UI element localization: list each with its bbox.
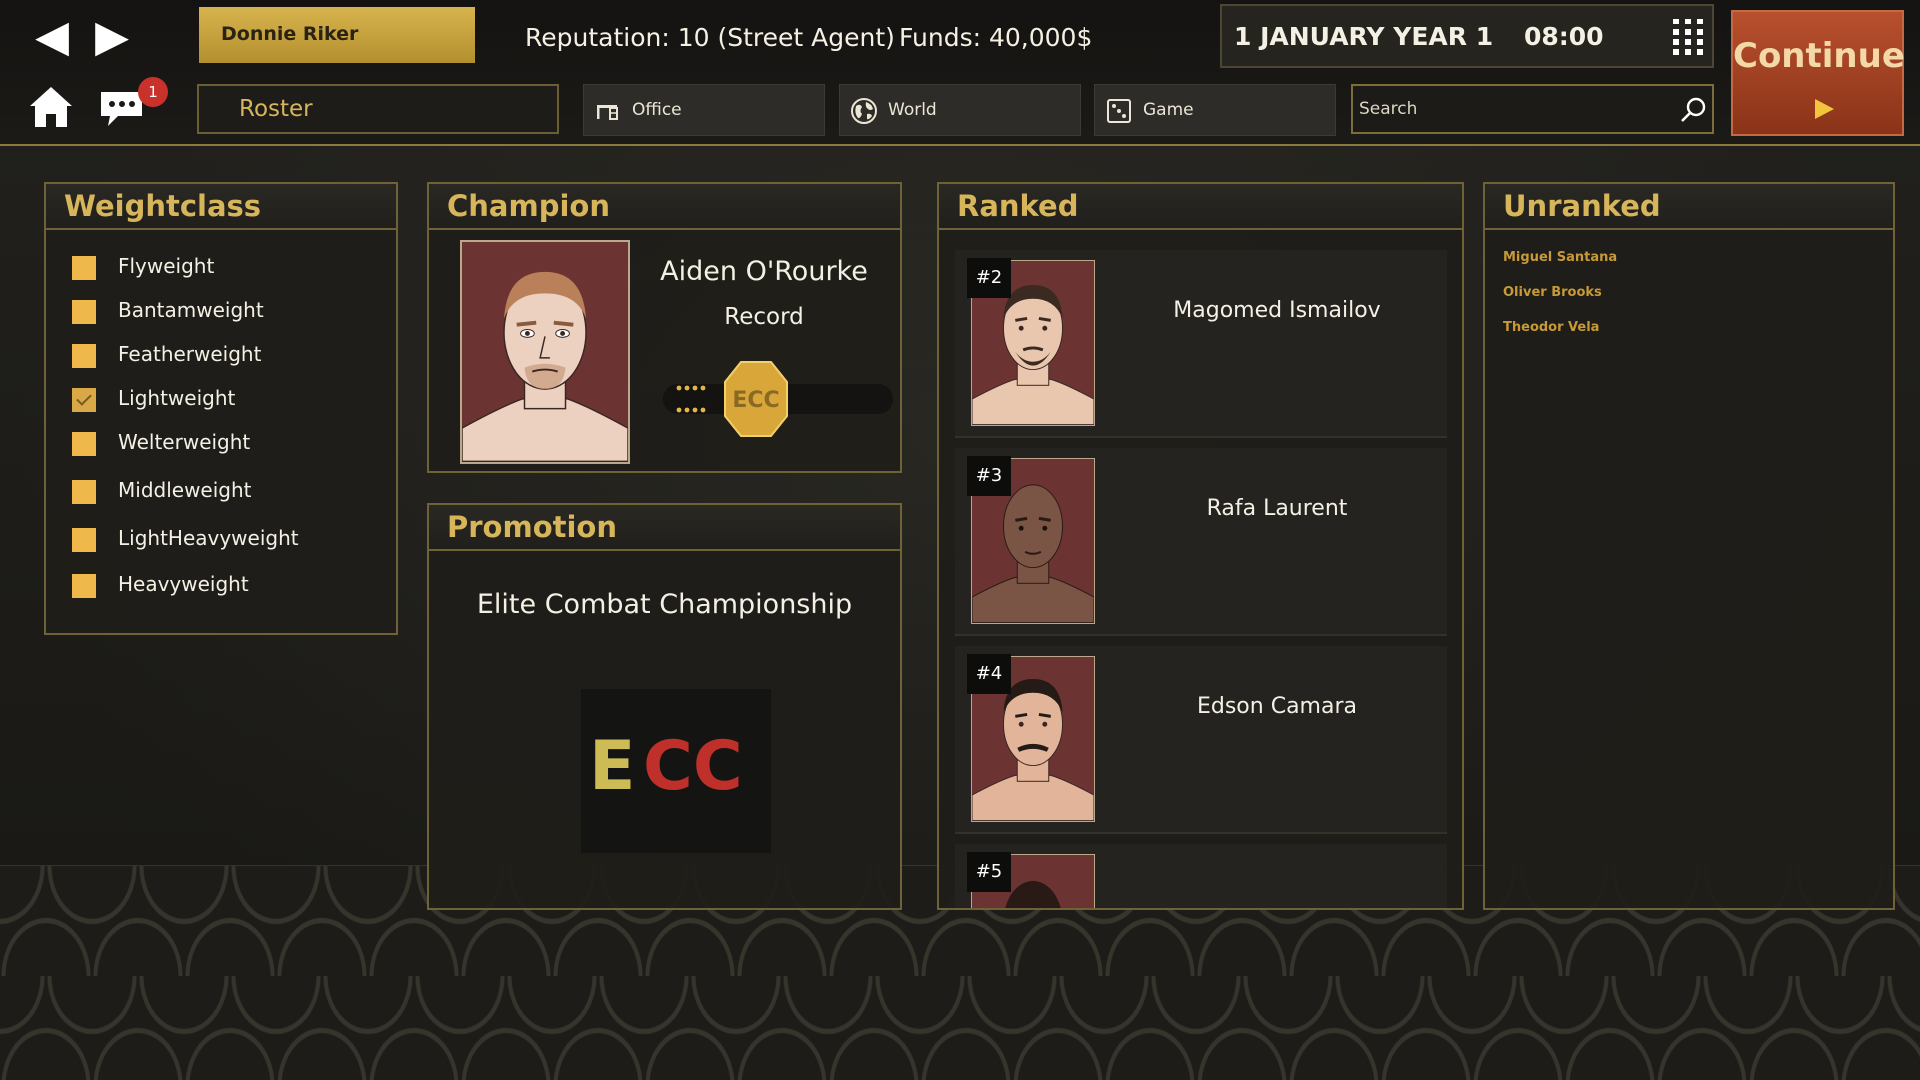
office-label: Office (632, 100, 682, 120)
weightclass-list: Flyweight Bantamweight Featherweight Lig… (46, 230, 396, 608)
weightclass-lightweight[interactable]: Lightweight (46, 378, 396, 422)
weightclass-panel: Weightclass Flyweight Bantamweight Feath… (44, 182, 398, 635)
fighter-name: Rafa Laurent (1206, 496, 1348, 521)
unranked-fighter-link[interactable]: Oliver Brooks (1503, 285, 1893, 320)
rank-badge: #5 (967, 852, 1011, 892)
calendar-grid-icon[interactable] (1670, 18, 1706, 56)
promotion-title: Promotion (429, 505, 900, 551)
ranked-fighter-row[interactable]: #5 (955, 844, 1447, 908)
weightclass-bantamweight[interactable]: Bantamweight (46, 290, 396, 334)
reputation-text: Reputation: 10 (Street Agent) (525, 23, 895, 52)
weightclass-label: Middleweight (118, 478, 252, 502)
checkbox[interactable] (72, 480, 96, 504)
date-time-box: 1 JANUARY YEAR 1 08:00 (1220, 4, 1714, 68)
weightclass-welterweight[interactable]: Welterweight (46, 422, 396, 466)
champion-portrait[interactable] (460, 240, 630, 464)
search-input[interactable] (1359, 86, 1659, 132)
weightclass-label: Flyweight (118, 254, 215, 278)
ranked-panel: Ranked #2 Magomed Ismailov #3 Rafa Laure… (937, 182, 1464, 910)
ranked-title: Ranked (939, 184, 1462, 230)
continue-label: Continue (1733, 36, 1905, 76)
game-button[interactable]: Game (1094, 84, 1336, 136)
agent-name-button[interactable]: Donnie Riker (199, 7, 475, 63)
checkbox[interactable] (72, 344, 96, 368)
time-text: 08:00 (1524, 22, 1604, 51)
search-icon[interactable] (1679, 96, 1707, 124)
unranked-list: Miguel Santana Oliver Brooks Theodor Vel… (1485, 230, 1893, 355)
game-label: Game (1143, 100, 1194, 120)
weightclass-label: LightHeavyweight (118, 526, 299, 550)
champion-name[interactable]: Aiden O'Rourke (629, 256, 899, 287)
home-icon[interactable] (28, 84, 74, 130)
fighter-name: Magomed Ismailov (1173, 298, 1381, 323)
ranked-fighter-row[interactable]: #3 Rafa Laurent (955, 448, 1447, 636)
weightclass-featherweight[interactable]: Featherweight (46, 334, 396, 378)
top-bar: ◀ ▶ 1 Donnie Riker Reputation: 10 (Stree… (0, 0, 1920, 146)
champion-panel: Champion Aiden O'Rourke Record ECC (427, 182, 902, 473)
champion-title: Champion (429, 184, 900, 230)
weightclass-middleweight[interactable]: Middleweight (46, 470, 396, 514)
checkbox[interactable] (72, 256, 96, 280)
world-button[interactable]: World (839, 84, 1081, 136)
world-label: World (888, 100, 937, 120)
promotion-panel: Promotion Elite Combat Championship E CC (427, 503, 902, 910)
fighter-name: Edson Camara (1196, 694, 1357, 719)
search-box (1351, 84, 1714, 134)
weightclass-label: Welterweight (118, 430, 251, 454)
funds-text: Funds: 40,000$ (899, 23, 1093, 52)
weightclass-heavyweight[interactable]: Heavyweight (46, 564, 396, 608)
weightclass-lightheavyweight[interactable]: LightHeavyweight (46, 518, 396, 562)
checkbox-checked[interactable] (72, 388, 96, 412)
weightclass-label: Bantamweight (118, 298, 264, 322)
championship-belt-icon: ECC (663, 361, 893, 437)
weightclass-flyweight[interactable]: Flyweight (46, 246, 396, 290)
champion-record-label: Record (724, 304, 804, 330)
checkbox[interactable] (72, 432, 96, 456)
ranked-fighter-row[interactable]: #2 Magomed Ismailov (955, 250, 1447, 438)
notification-badge: 1 (138, 77, 168, 107)
back-arrow-icon[interactable]: ◀ (28, 15, 76, 59)
weightclass-label: Heavyweight (118, 572, 249, 596)
dice-icon (1107, 99, 1131, 123)
date-text: 1 JANUARY YEAR 1 (1234, 22, 1494, 51)
office-icon (597, 105, 618, 120)
unranked-title: Unranked (1485, 184, 1893, 230)
rank-badge: #2 (967, 258, 1011, 298)
tab-roster[interactable]: Roster (197, 84, 559, 134)
belt-text: ECC (732, 388, 779, 413)
promotion-name[interactable]: Elite Combat Championship (429, 589, 900, 620)
weightclass-title: Weightclass (46, 184, 396, 230)
globe-icon (851, 98, 877, 124)
promotion-logo[interactable]: E CC (581, 689, 771, 853)
office-button[interactable]: Office (583, 84, 825, 136)
weightclass-label: Featherweight (118, 342, 262, 366)
checkbox[interactable] (72, 528, 96, 552)
ranked-fighter-row[interactable]: #4 Edson Camara (955, 646, 1447, 834)
logo-cc: CC (643, 727, 743, 806)
rank-badge: #4 (967, 654, 1011, 694)
unranked-fighter-link[interactable]: Theodor Vela (1503, 320, 1893, 355)
play-arrow-icon (1815, 99, 1834, 119)
weightclass-label: Lightweight (118, 386, 236, 410)
forward-arrow-icon[interactable]: ▶ (88, 15, 136, 59)
rank-badge: #3 (967, 456, 1011, 496)
checkbox[interactable] (72, 574, 96, 598)
logo-e: E (589, 727, 636, 806)
unranked-fighter-link[interactable]: Miguel Santana (1503, 250, 1893, 285)
unranked-panel: Unranked Miguel Santana Oliver Brooks Th… (1483, 182, 1895, 910)
continue-button[interactable]: Continue (1731, 10, 1905, 136)
checkbox[interactable] (72, 300, 96, 324)
